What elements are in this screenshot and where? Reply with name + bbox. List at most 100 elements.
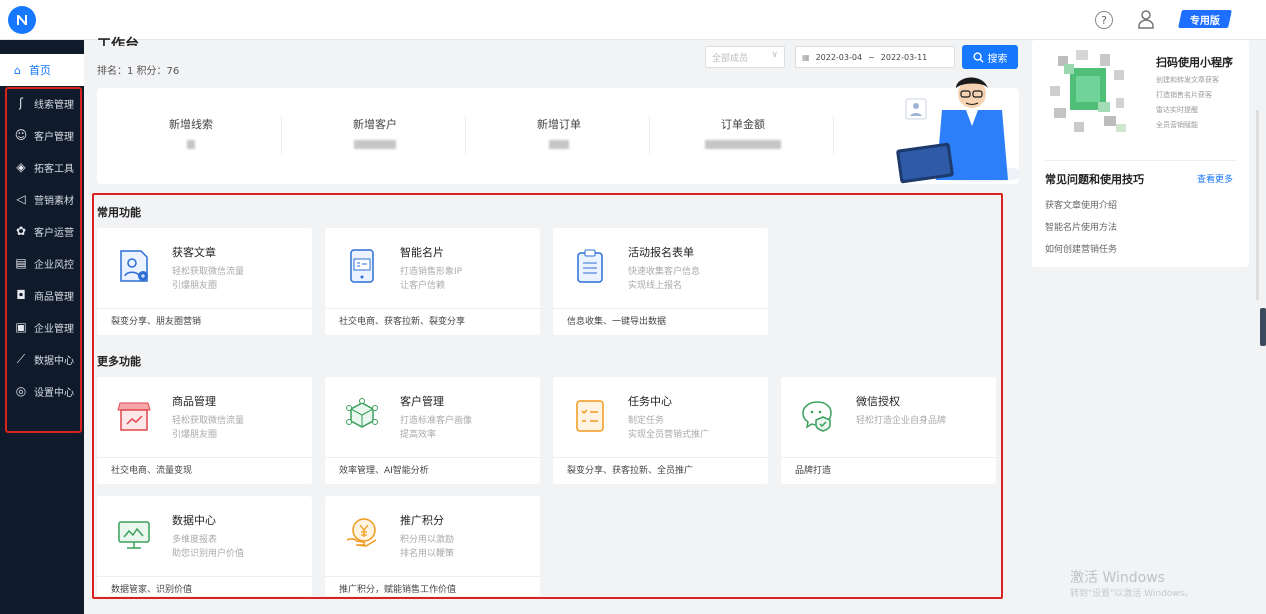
stat-order-amount: 订单金额	[653, 116, 833, 149]
chart-icon: ⟋	[16, 351, 26, 366]
sidebar-item-label: 客户管理	[34, 131, 74, 143]
card-subtitle: 多维度报表	[172, 535, 218, 545]
stat-label: 订单金额	[721, 118, 765, 131]
search-icon	[972, 51, 984, 63]
faq-item[interactable]: 智能名片使用方法	[1045, 220, 1117, 233]
sidebar-item-leads[interactable]: ʃ 线索管理	[0, 87, 84, 119]
help-icon[interactable]: ?	[1095, 11, 1113, 29]
card-title: 商品管理	[172, 395, 216, 408]
card-tags: 裂变分享、获客拉新、全员推广	[553, 457, 768, 484]
scrollbar[interactable]	[1256, 110, 1259, 300]
card-title: 客户管理	[400, 395, 444, 408]
store-icon	[117, 402, 151, 431]
member-filter-value: 全部成员	[712, 53, 749, 64]
card-tags: 数据管家、识别价值	[97, 576, 312, 603]
card-title: 任务中心	[628, 395, 672, 408]
sidebar-item-acquisition-tools[interactable]: ◈ 拓客工具	[0, 151, 84, 183]
card-tags: 信息收集、一键导出数据	[553, 308, 768, 335]
app-logo[interactable]	[8, 6, 36, 34]
mini-program-line: 打造销售名片获客	[1156, 91, 1212, 99]
faq-title: 常见问题和使用技巧	[1045, 173, 1144, 186]
faq-item[interactable]: 如何创建营销任务	[1045, 242, 1117, 255]
search-button-label: 搜索	[987, 53, 1008, 65]
stat-new-customers: 新增客户	[285, 116, 465, 149]
card-subtitle: 实现全员营销式推广	[628, 430, 710, 440]
top-bar: ? 专用版	[0, 0, 1266, 40]
page-title: 工作台	[97, 37, 139, 46]
card-lead-article[interactable]: 获客文章 轻松获取微信流量 引爆朋友圈 裂变分享、朋友圈营销	[97, 228, 312, 335]
card-promotion-points[interactable]: 推广积分 积分用以激励 排名用以鞭策 推广积分，赋能销售工作价值	[325, 496, 540, 596]
card-subtitle: 制定任务	[628, 416, 665, 426]
stat-label: 新增订单	[537, 118, 581, 131]
card-event-form[interactable]: 活动报名表单 快速收集客户信息 实现线上报名 信息收集、一键导出数据	[553, 228, 768, 335]
search-button[interactable]: 搜索	[962, 45, 1018, 69]
coin-hand-icon	[346, 518, 377, 547]
card-customer-management[interactable]: 客户管理 打造标准客户画像 提高效率 效率管理、AI智能分析	[325, 377, 540, 484]
stat-new-orders: 新增订单	[469, 116, 649, 149]
card-title: 数据中心	[172, 514, 216, 527]
card-subtitle: 引爆朋友圈	[172, 281, 218, 291]
divider	[465, 116, 466, 154]
sidebar-item-label: 企业管理	[34, 323, 74, 335]
right-panel: 扫码使用小程序 创建和转发文章获客 打造销售名片获客 雷达实时提醒 全员营销赋能…	[1032, 40, 1249, 267]
windows-activation-title: 激活 Windows	[1070, 570, 1165, 586]
sidebar-item-enterprise[interactable]: ▣ 企业管理	[0, 311, 84, 343]
user-icon[interactable]	[1137, 9, 1155, 29]
sidebar-item-data-center[interactable]: ⟋ 数据中心	[0, 343, 84, 375]
sidebar-item-customer-operations[interactable]: ✿ 客户运营	[0, 215, 84, 247]
leads-icon: ʃ	[18, 96, 24, 110]
date-range-picker[interactable]: ▦ 2022-03-04 ~ 2022-03-11	[795, 46, 955, 68]
tools-icon: ◈	[16, 160, 26, 174]
stat-value-blurred	[187, 140, 195, 149]
card-tags: 社交电商、获客拉新、裂变分享	[325, 308, 540, 335]
divider	[649, 116, 650, 154]
sidebar-item-marketing-materials[interactable]: ◁ 营销素材	[0, 183, 84, 215]
rank-points: 排名：1 积分：76	[97, 66, 180, 77]
card-title: 获客文章	[172, 246, 216, 259]
date-start: 2022-03-04	[815, 52, 863, 62]
card-task-center[interactable]: 任务中心 制定任务 实现全员营销式推广 裂变分享、获客拉新、全员推广	[553, 377, 768, 484]
card-title: 推广积分	[400, 514, 444, 527]
settings-icon: ◎	[15, 384, 27, 398]
card-subtitle: 引爆朋友圈	[172, 430, 218, 440]
card-title: 智能名片	[400, 246, 444, 259]
sidebar-item-customers[interactable]: ☺ 客户管理	[0, 119, 84, 151]
mini-program-line: 全员营销赋能	[1156, 121, 1198, 129]
section-title-common: 常用功能	[97, 206, 141, 219]
sidebar-item-risk-control[interactable]: ▤ 企业风控	[0, 247, 84, 279]
sidebar-item-home[interactable]: ⌂ 首页	[0, 54, 84, 86]
card-subtitle: 提高效率	[400, 430, 437, 440]
side-handle[interactable]	[1260, 308, 1266, 346]
faq-more-link[interactable]: 查看更多	[1197, 172, 1233, 185]
card-product-management[interactable]: 商品管理 轻松获取微信流量 引爆朋友圈 社交电商、流量变现	[97, 377, 312, 484]
monitor-chart-icon	[118, 521, 150, 549]
card-tags: 推广积分，赋能销售工作价值	[325, 576, 540, 603]
sidebar-item-products[interactable]: ◘ 商品管理	[0, 279, 84, 311]
phone-card-icon	[350, 249, 374, 283]
card-tags: 裂变分享、朋友圈营销	[97, 308, 312, 335]
stat-value-blurred	[705, 140, 781, 149]
member-filter-select[interactable]: 全部成员 ∨	[705, 46, 785, 68]
divider	[281, 116, 282, 154]
sidebar-item-label: 数据中心	[34, 355, 74, 367]
card-subtitle: 排名用以鞭策	[400, 549, 455, 559]
megaphone-icon: ◁	[16, 192, 26, 206]
date-end: 2022-03-11	[880, 52, 928, 62]
divider	[1045, 160, 1237, 161]
card-data-center[interactable]: 数据中心 多维度报表 助您识别用户价值 数据管家、识别价值	[97, 496, 312, 596]
faq-item[interactable]: 获客文章使用介绍	[1045, 198, 1117, 211]
card-subtitle: 打造标准客户画像	[400, 416, 473, 426]
date-separator: ~	[868, 52, 875, 62]
card-subtitle: 积分用以激励	[400, 535, 455, 545]
product-icon: ◘	[16, 288, 26, 302]
card-title: 微信授权	[856, 395, 900, 408]
card-tags: 社交电商、流量变现	[97, 457, 312, 484]
card-tags: 效率管理、AI智能分析	[325, 457, 540, 484]
card-wechat-authorization[interactable]: 微信授权 轻松打造企业自身品牌 品牌打造	[781, 377, 996, 484]
clipboard-icon	[577, 249, 603, 283]
card-title: 活动报名表单	[628, 246, 694, 259]
mini-program-line: 雷达实时提醒	[1156, 106, 1198, 114]
sidebar-item-settings[interactable]: ◎ 设置中心	[0, 375, 84, 407]
card-smart-namecard[interactable]: 智能名片 打造销售形象IP 让客户信赖 社交电商、获客拉新、裂变分享	[325, 228, 540, 335]
edition-badge: 专用版	[1178, 10, 1232, 28]
